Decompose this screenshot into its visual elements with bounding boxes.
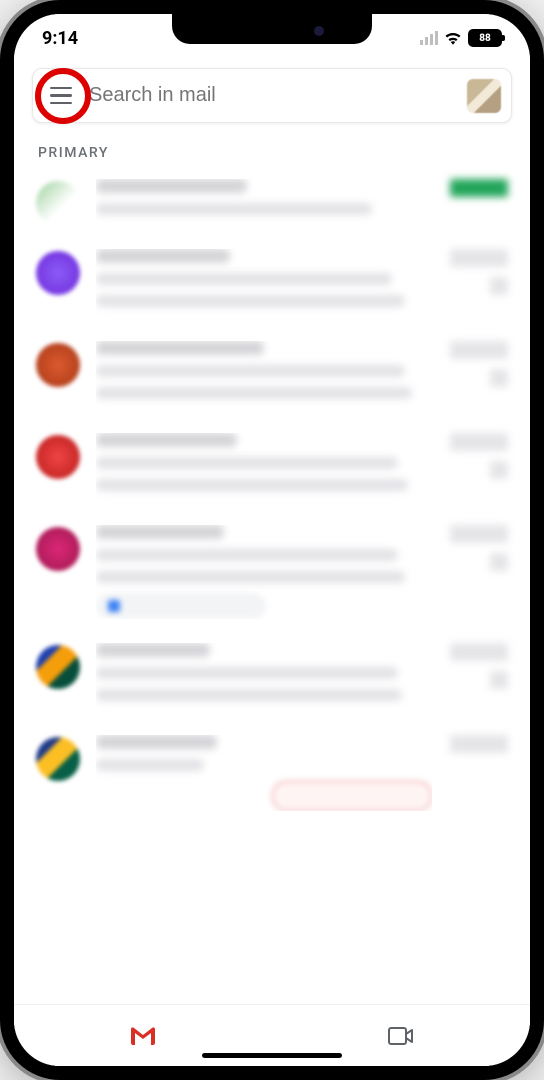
inbox-section-label: PRIMARY [14, 135, 530, 167]
sender-avatar [36, 435, 80, 479]
sender-avatar [36, 343, 80, 387]
sender-avatar [36, 737, 80, 781]
status-time: 9:14 [42, 28, 78, 49]
cellular-signal-icon [420, 31, 438, 45]
sender-avatar [36, 645, 80, 689]
mail-list-item[interactable] [32, 723, 512, 823]
status-right: 88 [420, 29, 502, 47]
mail-list-item[interactable] [32, 513, 512, 631]
mail-list-item[interactable] [32, 421, 512, 513]
gmail-icon [129, 1025, 157, 1047]
label-chip[interactable] [272, 781, 432, 811]
notch [172, 14, 372, 44]
sender-avatar [36, 181, 80, 225]
search-bar[interactable] [32, 68, 512, 123]
hamburger-menu-icon[interactable] [47, 82, 75, 110]
search-input[interactable] [89, 84, 453, 107]
mail-list-item[interactable] [32, 237, 512, 329]
profile-avatar[interactable] [467, 79, 501, 113]
battery-icon: 88 [468, 29, 502, 47]
attachment-chip[interactable] [96, 593, 266, 619]
tab-meet[interactable] [341, 1016, 461, 1056]
home-indicator[interactable] [202, 1053, 342, 1058]
mail-list-item[interactable] [32, 631, 512, 723]
mail-list[interactable] [14, 167, 530, 1004]
sender-avatar [36, 251, 80, 295]
mail-list-item[interactable] [32, 329, 512, 421]
phone-frame: 9:14 88 PRIMARY [0, 0, 544, 1080]
mail-list-item[interactable] [32, 167, 512, 237]
screen: 9:14 88 PRIMARY [14, 14, 530, 1066]
tab-mail[interactable] [83, 1016, 203, 1056]
wifi-icon [444, 31, 462, 45]
sender-avatar [36, 527, 80, 571]
video-camera-icon [387, 1025, 415, 1047]
